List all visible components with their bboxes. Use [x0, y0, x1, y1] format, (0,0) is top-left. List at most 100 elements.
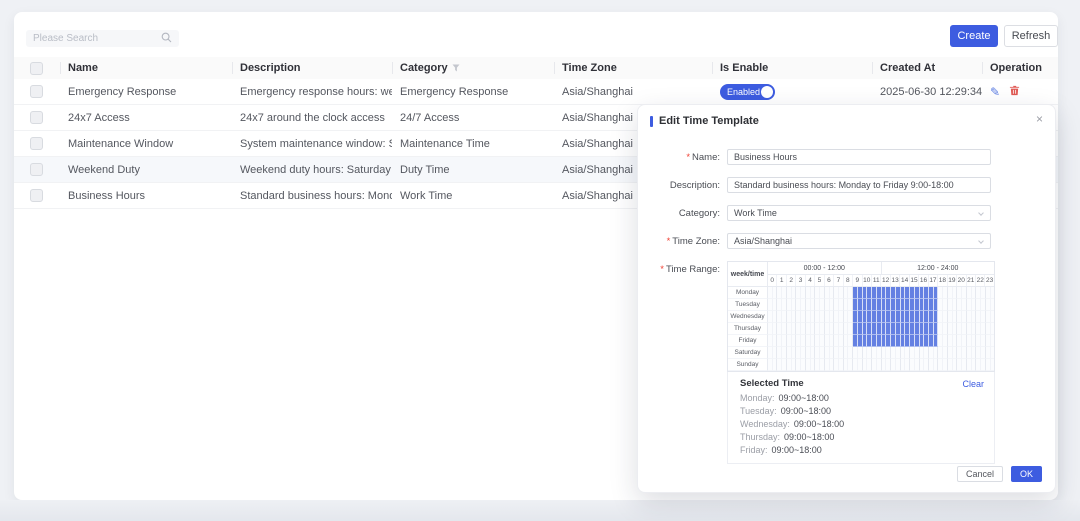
cell-description: 24x7 around the clock access: [232, 105, 392, 131]
select-all-checkbox[interactable]: [30, 62, 43, 75]
search-input[interactable]: [26, 33, 161, 44]
name-label: Name:: [692, 152, 720, 163]
grid-hour-label: 12: [881, 275, 890, 286]
required-asterisk: *: [686, 152, 690, 163]
entry-day-label: Wednesday:: [740, 419, 790, 429]
grid-corner-label: week/time: [728, 262, 768, 287]
cell-name: Maintenance Window: [60, 131, 232, 157]
cell-description: Standard business hours: Monday to ...: [232, 183, 392, 209]
grid-day-label: Saturday: [728, 347, 768, 359]
entry-day-label: Monday:: [740, 393, 775, 403]
timezone-select[interactable]: Asia/Shanghai: [727, 233, 991, 249]
selected-time-entry: Tuesday: 09:00~18:00: [740, 405, 984, 418]
grid-day-label: Friday: [728, 335, 768, 347]
required-asterisk: *: [667, 236, 671, 247]
cell-created-at: 2025-06-30 12:29:34: [872, 79, 982, 105]
col-header-is-enable: Is Enable: [712, 57, 872, 79]
time-range-label: Time Range:: [666, 264, 720, 275]
clear-link[interactable]: Clear: [962, 379, 984, 389]
refresh-button[interactable]: Refresh: [1004, 25, 1058, 47]
page-bottom-shadow: [0, 500, 1080, 521]
enabled-toggle[interactable]: Enabled: [720, 84, 775, 100]
cell-name: Weekend Duty: [60, 157, 232, 183]
col-header-created-at: Created At: [872, 57, 982, 79]
grid-hour-label: 23: [985, 275, 993, 286]
row-checkbox[interactable]: [30, 163, 43, 176]
grid-day-label: Sunday: [728, 359, 768, 371]
entry-time-value: 09:00~18:00: [781, 406, 831, 416]
create-button[interactable]: Create: [950, 25, 998, 47]
cell-category: Maintenance Time: [392, 131, 554, 157]
selected-time-entry: Wednesday:09:00~18:00: [740, 418, 984, 431]
grid-time-cell[interactable]: [991, 359, 995, 371]
row-checkbox[interactable]: [30, 189, 43, 202]
grid-day-row: Wednesday: [728, 311, 994, 323]
grid-hour-label: 11: [872, 275, 881, 286]
grid-hour-label: 4: [806, 275, 815, 286]
search-icon: [161, 30, 172, 48]
grid-time-cell[interactable]: [991, 323, 995, 335]
col-header-category: Category: [392, 57, 554, 79]
category-select[interactable]: Work Time: [727, 205, 991, 221]
cell-is-enable: Enabled: [712, 79, 872, 105]
grid-hour-label: 13: [891, 275, 900, 286]
col-header-operation: Operation: [982, 57, 1058, 79]
modal-title: Edit Time Template: [659, 115, 759, 127]
form-row-timezone: *Time Zone: Asia/Shanghai: [638, 233, 1055, 249]
entry-time-value: 09:00~18:00: [784, 432, 834, 442]
close-icon[interactable]: ×: [1036, 112, 1043, 126]
col-header-timezone: Time Zone: [554, 57, 712, 79]
cell-category: Emergency Response: [392, 79, 554, 105]
grid-hour-label: 20: [957, 275, 966, 286]
form-row-description: Description:: [638, 177, 1055, 193]
grid-hour-label: 9: [853, 275, 862, 286]
title-accent-bar: [650, 116, 653, 127]
grid-period-label: 12:00 - 24:00: [882, 262, 995, 274]
grid-day-label: Wednesday: [728, 311, 768, 323]
required-asterisk: *: [660, 264, 664, 275]
cell-name: 24x7 Access: [60, 105, 232, 131]
row-checkbox[interactable]: [30, 137, 43, 150]
ok-button[interactable]: OK: [1011, 466, 1042, 482]
delete-icon[interactable]: [1009, 85, 1020, 99]
description-field[interactable]: [727, 177, 991, 193]
grid-day-row: Saturday: [728, 347, 994, 359]
edit-icon[interactable]: ✎: [990, 86, 1000, 98]
grid-period-label: 00:00 - 12:00: [768, 262, 882, 274]
selected-time-list: Monday:09:00~18:00Tuesday:09:00~18:00Wed…: [740, 392, 984, 457]
grid-time-cell[interactable]: [991, 335, 995, 347]
grid-hour-label: 2: [787, 275, 796, 286]
entry-day-label: Tuesday:: [740, 406, 777, 416]
grid-time-cell[interactable]: [991, 299, 995, 311]
cancel-button[interactable]: Cancel: [957, 466, 1003, 482]
grid-day-row: Thursday: [728, 323, 994, 335]
grid-day-label: Monday: [728, 287, 768, 299]
grid-time-cell[interactable]: [991, 347, 995, 359]
name-field[interactable]: [727, 149, 991, 165]
timezone-label: Time Zone:: [672, 236, 720, 247]
cell-category: Duty Time: [392, 157, 554, 183]
selected-time-entry: Monday:09:00~18:00: [740, 392, 984, 405]
form-row-time-range: *Time Range: week/time00:00 - 12:0012:00…: [638, 261, 1055, 464]
col-header-name: Name: [60, 57, 232, 79]
grid-time-cell[interactable]: [991, 311, 995, 323]
grid-time-cell[interactable]: [991, 287, 995, 299]
table-row: Emergency ResponseEmergency response hou…: [14, 79, 1058, 105]
cell-name: Emergency Response: [60, 79, 232, 105]
cell-name: Business Hours: [60, 183, 232, 209]
grid-day-label: Thursday: [728, 323, 768, 335]
grid-day-row: Monday: [728, 287, 994, 299]
row-checkbox[interactable]: [30, 111, 43, 124]
grid-hour-label: 16: [919, 275, 928, 286]
table-header-row: Name Description Category Time Zone Is E…: [14, 57, 1058, 79]
grid-hour-label: 14: [900, 275, 909, 286]
grid-hour-label: 10: [863, 275, 872, 286]
row-checkbox[interactable]: [30, 85, 43, 98]
category-label: Category:: [679, 208, 720, 219]
toggle-knob: [761, 86, 773, 98]
grid-hour-label: 0: [768, 275, 777, 286]
entry-day-label: Thursday:: [740, 432, 780, 442]
cell-operation: ✎: [982, 79, 1058, 105]
toggle-label: Enabled: [727, 87, 760, 97]
filter-icon[interactable]: [452, 64, 460, 72]
